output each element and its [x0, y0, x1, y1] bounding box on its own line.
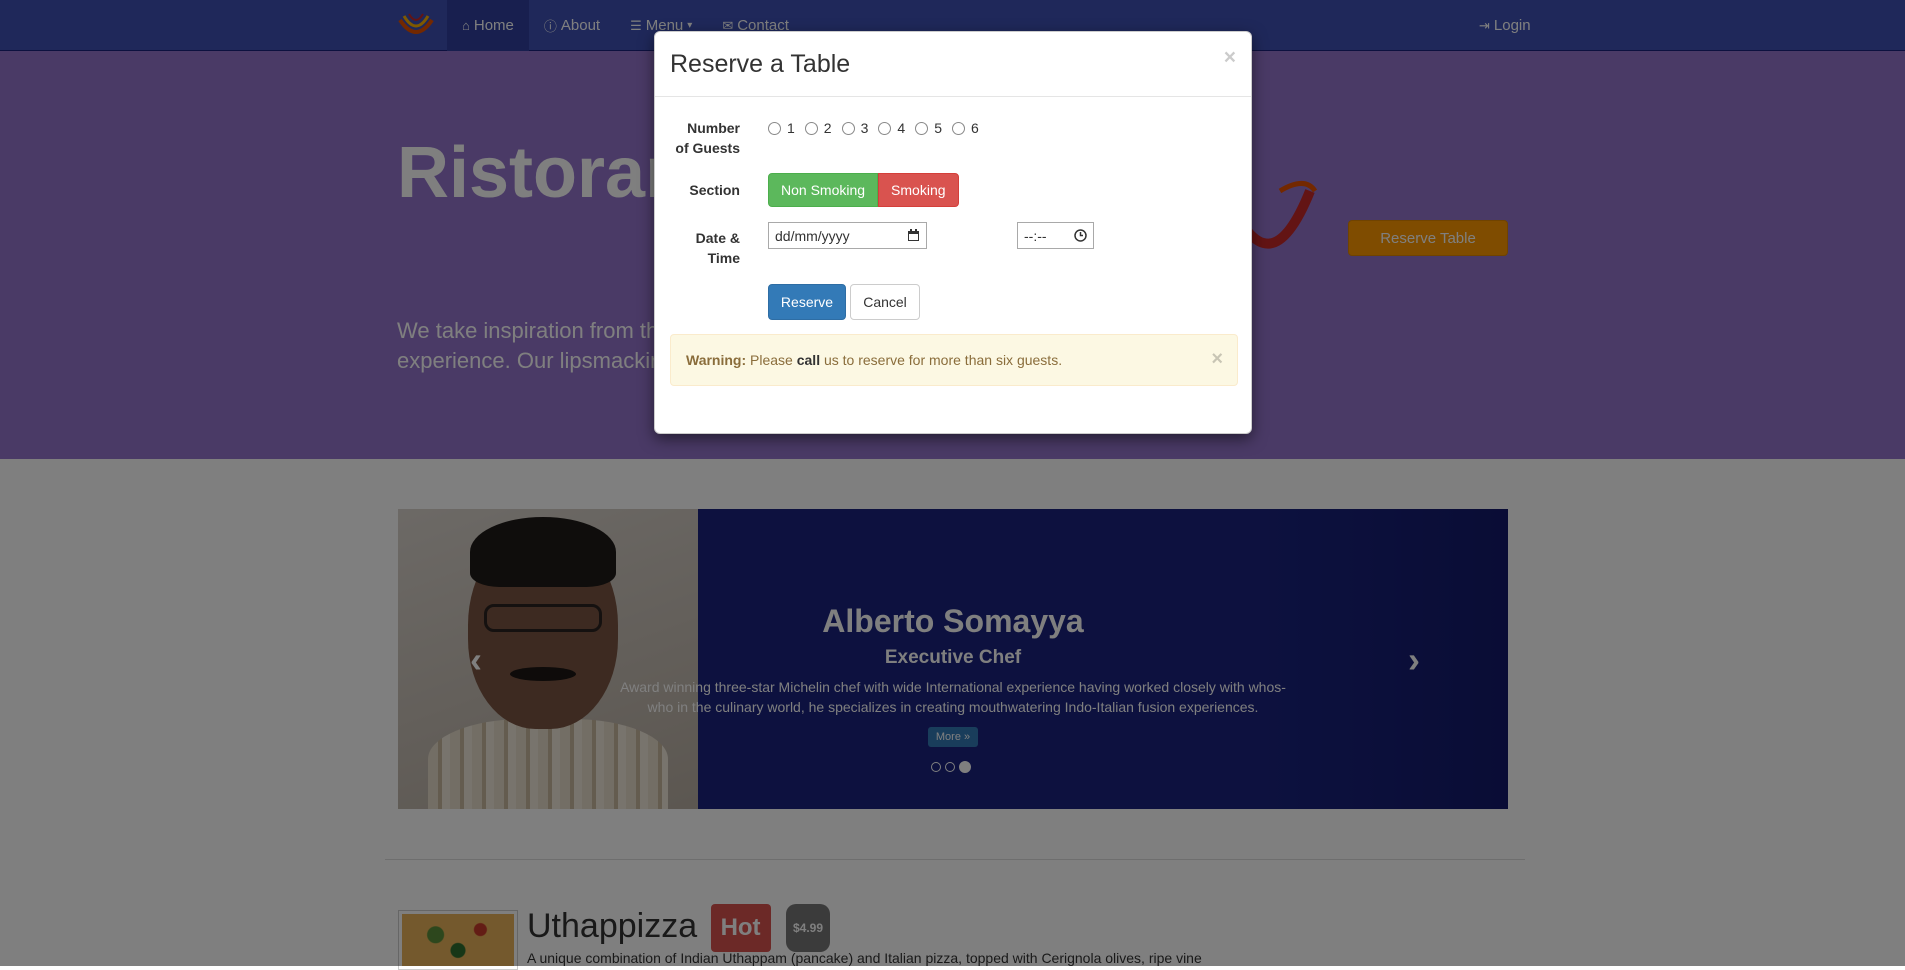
guests-label: Number of Guests: [655, 118, 740, 158]
section-label: Section: [689, 182, 740, 198]
close-icon[interactable]: ×: [1224, 46, 1236, 70]
guests-radio-1[interactable]: 1: [768, 120, 795, 136]
radio-label: 2: [823, 120, 832, 136]
radio-circle[interactable]: [915, 121, 929, 135]
radio-circle[interactable]: [768, 121, 781, 135]
alert-text-post: us to reserve for more than six guests.: [820, 352, 1063, 368]
radio-circle[interactable]: [841, 121, 855, 135]
guests-radio-6[interactable]: 6: [951, 120, 979, 136]
guests-label-line1: Number: [687, 120, 740, 136]
non-smoking-button[interactable]: Non Smoking: [768, 173, 879, 207]
radio-circle[interactable]: [878, 121, 892, 135]
guests-radio-4[interactable]: 4: [878, 120, 905, 136]
modal-title: Reserve a Table: [670, 50, 851, 78]
alert-strong: Warning:: [686, 352, 747, 368]
radio-label: 6: [970, 120, 979, 136]
cancel-button[interactable]: Cancel: [850, 284, 920, 320]
radio-circle[interactable]: [804, 121, 818, 135]
time-placeholder: --:--: [1024, 227, 1047, 244]
datetime-label-line2: Time: [707, 250, 740, 266]
guests-radio-2[interactable]: 2: [804, 120, 832, 136]
radio-label: 3: [860, 120, 869, 136]
warning-alert: Warning: Please call us to reserve for m…: [670, 334, 1238, 386]
reserve-modal: Reserve a Table × Number of Guests 1 2 3…: [654, 31, 1252, 434]
guests-radio-group: 1 2 3 4 5 6: [768, 120, 989, 136]
smoking-button[interactable]: Smoking: [878, 173, 959, 207]
alert-bold: call: [796, 352, 821, 368]
radio-circle[interactable]: [951, 121, 965, 135]
radio-label: 1: [787, 120, 795, 136]
guests-radio-5[interactable]: 5: [915, 120, 942, 136]
date-input[interactable]: dd/mm/yyyy: [768, 222, 927, 249]
modal-header: Reserve a Table ×: [655, 32, 1251, 97]
datetime-label: Date & Time: [655, 228, 740, 268]
guests-radio-3[interactable]: 3: [841, 120, 869, 136]
calendar-icon[interactable]: [907, 229, 920, 242]
alert-text-pre: Please: [746, 352, 797, 368]
time-input[interactable]: --:--: [1017, 222, 1094, 249]
datetime-label-line1: Date &: [695, 230, 740, 246]
alert-close-icon[interactable]: ×: [1211, 348, 1223, 371]
guests-label-line2: of Guests: [675, 140, 740, 156]
clock-icon[interactable]: [1074, 229, 1087, 242]
date-placeholder: dd/mm/yyyy: [775, 227, 850, 244]
radio-label: 5: [934, 120, 942, 136]
reserve-button[interactable]: Reserve: [768, 284, 846, 320]
radio-label: 4: [897, 120, 906, 136]
section-toggle: Non Smoking Smoking: [768, 173, 959, 207]
